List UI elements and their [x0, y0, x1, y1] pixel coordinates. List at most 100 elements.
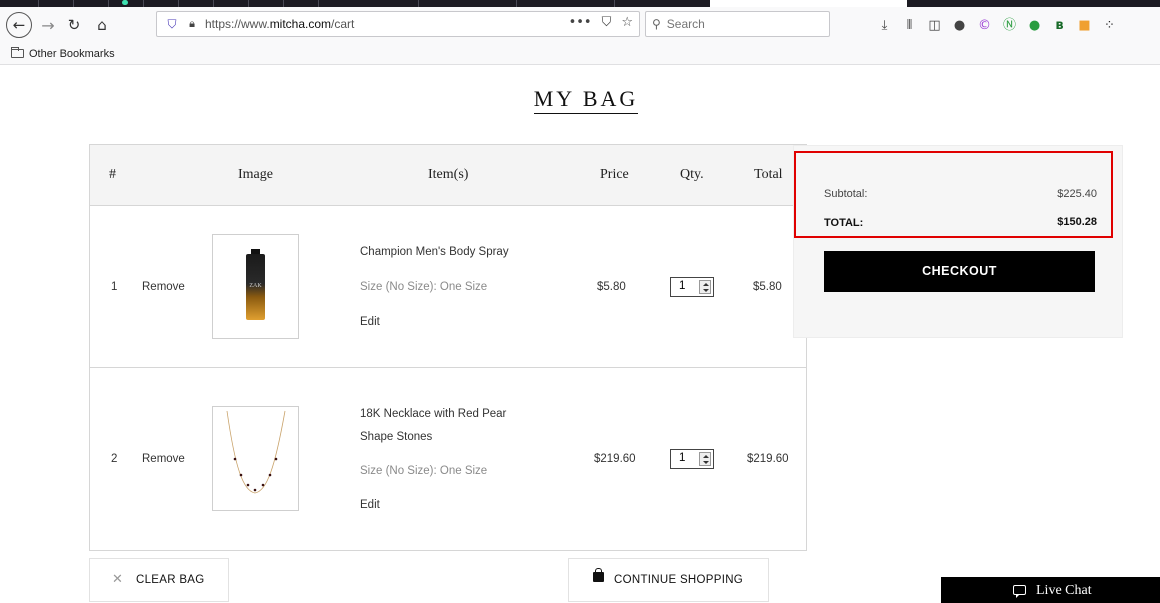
back-button[interactable]: ←	[6, 12, 32, 38]
row-number: 1	[111, 281, 118, 293]
home-button[interactable]: ⌂	[92, 12, 112, 38]
tab-separator	[38, 0, 39, 7]
table-row: 1 Remove ZAK Champion Men's Body Spray S…	[90, 207, 806, 368]
item-price: $219.60	[594, 453, 636, 465]
home-icon: ⌂	[97, 16, 107, 34]
tab-separator	[418, 0, 419, 7]
header-image: Image	[238, 167, 273, 182]
extension-grid-icon[interactable]: ⁘	[1097, 17, 1122, 35]
checkout-button[interactable]: CHECKOUT	[824, 251, 1095, 292]
table-row: 2 Remove 18K Necklace with Red Pear Shap…	[90, 369, 806, 550]
necklace-image	[226, 410, 286, 494]
extension-c-icon[interactable]: ©	[972, 17, 997, 35]
library-icon[interactable]: ⫴	[897, 17, 922, 35]
tab-separator	[283, 0, 284, 7]
tab-separator	[318, 0, 319, 7]
pocket-icon[interactable]: ⛉	[602, 15, 612, 30]
search-input[interactable]	[666, 17, 817, 31]
tab-separator	[178, 0, 179, 7]
quantity-input[interactable]	[679, 280, 693, 292]
download-icon[interactable]: ⤓	[872, 17, 897, 35]
continue-shopping-button[interactable]: CONTINUE SHOPPING	[568, 558, 769, 602]
clear-bag-label: CLEAR BAG	[136, 574, 205, 586]
spin-arrows-icon[interactable]	[699, 280, 711, 294]
account-icon[interactable]: ●	[947, 17, 972, 35]
summary-highlight-box: Subtotal: $225.40 TOTAL: $150.28	[794, 151, 1113, 238]
url-prefix: https://www.	[205, 17, 270, 31]
tab-separator	[516, 0, 517, 7]
product-thumbnail[interactable]	[212, 406, 299, 511]
live-chat-button[interactable]: Live Chat	[941, 577, 1160, 603]
forward-button[interactable]: →	[38, 12, 58, 38]
url-bar[interactable]: ⛉ 🔒︎ https://www.mitcha.com/cart ••• ⛉ ☆	[156, 11, 640, 37]
tab-separator	[73, 0, 74, 7]
header-total: Total	[754, 167, 783, 182]
extension-n-icon[interactable]: Ⓝ	[997, 17, 1022, 35]
total-value: $150.28	[1057, 216, 1097, 228]
tab-strip-background	[0, 0, 710, 7]
product-name[interactable]: Champion Men's Body Spray	[360, 246, 509, 258]
tab-strip	[0, 0, 1160, 7]
spin-arrows-icon[interactable]	[699, 452, 711, 466]
arrow-right-icon: →	[41, 15, 55, 35]
spray-label: ZAK	[249, 283, 262, 289]
tab-separator	[108, 0, 109, 7]
url-actions: ••• ⛉ ☆	[569, 15, 633, 30]
product-size: Size (No Size): One Size	[360, 281, 488, 293]
extension-chat-icon[interactable]: ●	[1022, 17, 1047, 35]
header-qty: Qty.	[680, 167, 704, 182]
body-spray-image: ZAK	[246, 249, 265, 320]
page-actions-icon[interactable]: •••	[569, 15, 592, 30]
item-price: $5.80	[597, 281, 626, 293]
search-bar[interactable]: ⚲	[645, 11, 830, 37]
toolbar-icons: ⤓ ⫴ ◫ ● © Ⓝ ● ʙ ■ ⁘	[872, 17, 1122, 35]
shopping-bag-icon	[593, 568, 604, 582]
extension-orange-icon[interactable]: ■	[1072, 17, 1097, 35]
tab-audio-indicator	[122, 0, 128, 5]
tab-separator	[213, 0, 214, 7]
product-name[interactable]: 18K Necklace with Red Pear	[360, 408, 506, 420]
order-summary: Subtotal: $225.40 TOTAL: $150.28 CHECKOU…	[793, 145, 1123, 338]
subtotal-label: Subtotal:	[824, 188, 868, 200]
close-icon: ✕	[112, 572, 124, 587]
url-path: /cart	[331, 17, 355, 31]
sidebar-icon[interactable]: ◫	[922, 17, 947, 35]
item-total: $219.60	[747, 453, 789, 465]
search-icon: ⚲	[652, 17, 661, 31]
edit-link[interactable]: Edit	[360, 316, 380, 328]
reload-icon: ↻	[67, 16, 81, 34]
tracking-shield-icon[interactable]: ⛉	[161, 17, 183, 32]
url-text[interactable]: https://www.mitcha.com/cart	[205, 17, 354, 31]
quantity-input[interactable]	[679, 452, 693, 464]
bookmark-star-icon[interactable]: ☆	[621, 15, 633, 30]
chat-bubble-icon	[1013, 585, 1026, 598]
clear-bag-button[interactable]: ✕ CLEAR BAG	[89, 558, 229, 602]
product-size: Size (No Size): One Size	[360, 465, 488, 477]
quantity-stepper[interactable]	[670, 277, 714, 297]
continue-shopping-label: CONTINUE SHOPPING	[614, 574, 744, 586]
extension-bw-icon[interactable]: ʙ	[1047, 17, 1072, 35]
row-number: 2	[111, 453, 118, 465]
total-label: TOTAL:	[824, 217, 864, 229]
quantity-stepper[interactable]	[670, 449, 714, 469]
edit-link[interactable]: Edit	[360, 499, 380, 511]
item-total: $5.80	[753, 281, 782, 293]
tab-separator	[614, 0, 615, 7]
header-items: Item(s)	[428, 167, 469, 182]
reload-button[interactable]: ↻	[64, 12, 84, 38]
remove-link[interactable]: Remove	[142, 281, 185, 293]
bookmarks-folder-other[interactable]: Other Bookmarks	[29, 48, 115, 60]
remove-link[interactable]: Remove	[142, 453, 185, 465]
lock-icon[interactable]: 🔒︎	[183, 17, 201, 31]
product-name-line2[interactable]: Shape Stones	[360, 431, 432, 443]
cart-table: # Image Item(s) Price Qty. Total 1 Remov…	[89, 144, 807, 551]
url-domain: mitcha.com	[269, 17, 332, 31]
subtotal-value: $225.40	[1057, 188, 1097, 200]
bookmarks-bar: Other Bookmarks	[0, 43, 1160, 65]
tab-strip-background-right	[907, 0, 1160, 7]
browser-navbar: ← → ↻ ⌂ ⛉ 🔒︎ https://www.mitcha.com/cart…	[0, 7, 1160, 43]
page-title-text: MY BAG	[533, 86, 639, 114]
product-thumbnail[interactable]: ZAK	[212, 234, 299, 339]
header-price: Price	[600, 167, 629, 182]
page-title: MY BAG	[0, 86, 1160, 114]
